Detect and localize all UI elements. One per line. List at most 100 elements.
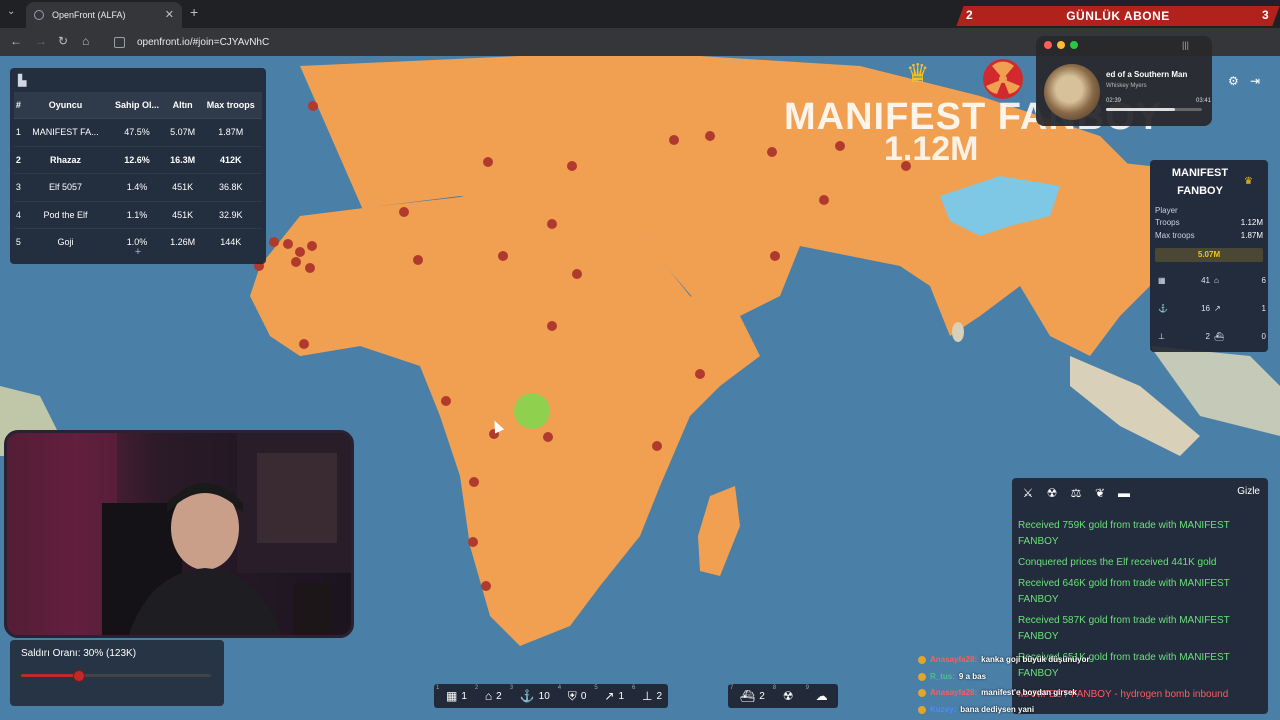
leaderboard-cell-rank: 2 bbox=[14, 145, 23, 174]
city-marker bbox=[498, 251, 508, 261]
stream-chat-overlay: Anasayfa28: kanka goji büyük düşünüyor R_t… bbox=[918, 652, 1258, 718]
player-stat-value: 2 bbox=[1205, 332, 1210, 341]
factory-icon: ⌂ bbox=[484, 689, 493, 703]
sword-filter-icon[interactable]: ⚔ bbox=[1020, 486, 1036, 500]
music-player-widget: ||| ed of a Southern Man Whiskey Myers 0… bbox=[1036, 36, 1212, 126]
leaderboard-table: # Oyuncu Sahip Ol... Altın Max troops 1M… bbox=[14, 92, 262, 256]
chat-filter-icon[interactable]: ▬ bbox=[1116, 486, 1132, 500]
leaderboard-cell-gold: 16.3M bbox=[165, 145, 200, 174]
build-count: 2 bbox=[759, 690, 765, 702]
city-marker bbox=[413, 255, 423, 265]
leaderboard-row[interactable]: 3 Elf 5057 1.4% 451K 36.8K bbox=[14, 173, 262, 201]
col-gold[interactable]: Altın bbox=[165, 92, 200, 119]
tab-title: OpenFront (ALFA) bbox=[52, 10, 126, 20]
subscribe-banner-label: GÜNLÜK ABONE bbox=[1066, 9, 1170, 23]
build-slot[interactable]: 3 ⚓ 10 bbox=[508, 684, 556, 708]
leaderboard-expand-button[interactable]: + bbox=[10, 246, 266, 258]
max-troops-row: Max troops 1.87M bbox=[1155, 231, 1263, 240]
city-marker bbox=[652, 441, 662, 451]
forward-icon[interactable]: → bbox=[35, 34, 47, 48]
bar-chart-icon[interactable]: ▙ bbox=[18, 74, 26, 87]
col-rank[interactable]: # bbox=[14, 92, 23, 119]
build-slot[interactable]: 6 ⊥ 2 bbox=[630, 684, 668, 708]
leaderboard-cell-gold: 451K bbox=[165, 200, 200, 229]
home-icon[interactable]: ⌂ bbox=[82, 34, 89, 48]
city-marker bbox=[572, 269, 582, 279]
event-item[interactable]: Conquered prices the Elf received 441K g… bbox=[1018, 555, 1258, 571]
col-player[interactable]: Oyuncu bbox=[22, 92, 109, 119]
chat-message: Kuzey: bana dediysen yani bbox=[918, 702, 1258, 719]
missile-icon: ↗ bbox=[604, 689, 615, 703]
missile-icon: ↗ bbox=[1214, 304, 1221, 313]
attack-ratio-handle[interactable] bbox=[73, 670, 85, 682]
event-item[interactable]: Received 587K gold from trade with MANIF… bbox=[1018, 613, 1258, 645]
build-slot[interactable]: 1 ▦ 1 bbox=[434, 684, 473, 708]
leaderboard-row[interactable]: 4 Pod the Elf 1.1% 451K 32.9K bbox=[14, 200, 262, 229]
build-slot[interactable]: 9 ☁ bbox=[804, 684, 838, 708]
chat-text: 9 a bas bbox=[958, 671, 987, 681]
build-count: 1 bbox=[618, 690, 624, 702]
build-slot[interactable]: 7 ⛴ 2 bbox=[728, 684, 771, 708]
nuke-filter-icon[interactable]: ☢ bbox=[1044, 486, 1060, 500]
exit-icon[interactable]: ⇥ bbox=[1250, 74, 1260, 88]
back-icon[interactable]: ← bbox=[10, 34, 22, 48]
maximize-window-icon[interactable] bbox=[1070, 41, 1078, 49]
city-marker bbox=[705, 131, 715, 141]
trade-filter-icon[interactable]: ⚖ bbox=[1068, 486, 1084, 500]
nuke-warning-icon bbox=[983, 59, 1023, 99]
build-bar-weapons: 7 ⛴ 2 8 ☢ 9 ☁ bbox=[728, 684, 838, 708]
close-tab-icon[interactable]: ✕ bbox=[165, 8, 174, 21]
event-item[interactable]: Received 759K gold from trade with MANIF… bbox=[1018, 518, 1258, 550]
build-slot[interactable]: 8 ☢ bbox=[771, 684, 804, 708]
attack-ratio-slider[interactable] bbox=[21, 670, 211, 682]
col-max-troops[interactable]: Max troops bbox=[199, 92, 262, 119]
leaderboard-cell-name: Rhazaz bbox=[22, 145, 109, 174]
hide-events-button[interactable]: Gizle bbox=[1237, 486, 1260, 497]
tab-search-icon[interactable]: ⌄ bbox=[7, 6, 15, 17]
globe-icon bbox=[34, 10, 44, 20]
factory-icon: ⌂ bbox=[1214, 276, 1219, 285]
event-item[interactable]: Received 646K gold from trade with MANIF… bbox=[1018, 576, 1258, 608]
player-stat: ↗ 1 bbox=[1214, 304, 1266, 313]
city-marker bbox=[481, 581, 491, 591]
build-slot[interactable]: 5 ↗ 1 bbox=[592, 684, 630, 708]
equalizer-icon: ||| bbox=[1182, 40, 1190, 50]
chat-text: kanka goji büyük düşünüyor bbox=[981, 655, 1090, 664]
chat-username: Anasayfa28: bbox=[930, 655, 978, 664]
enemy-territory bbox=[514, 393, 550, 429]
leaderboard-cell-owned: 12.6% bbox=[108, 145, 166, 174]
leaderboard-row[interactable]: 2 Rhazaz 12.6% 16.3M 412K bbox=[14, 145, 262, 174]
chat-badge-icon bbox=[918, 672, 926, 681]
song-duration: 03:41 bbox=[1196, 98, 1212, 104]
song-title: ed of a Southern Man bbox=[1106, 70, 1188, 79]
subscribe-left-count: 2 bbox=[966, 8, 973, 22]
city-marker bbox=[295, 247, 305, 257]
alliance-filter-icon[interactable]: ❦ bbox=[1092, 486, 1108, 500]
city-marker bbox=[483, 157, 493, 167]
chat-username: Kuzey: bbox=[930, 704, 957, 714]
close-window-icon[interactable] bbox=[1044, 41, 1052, 49]
settings-icon[interactable]: ⚙ bbox=[1228, 74, 1239, 88]
attack-ratio-panel: Saldırı Oranı: 30% (123K) bbox=[10, 640, 224, 706]
chat-badge-icon bbox=[918, 656, 926, 665]
build-slot[interactable]: 2 ⌂ 2 bbox=[473, 684, 508, 708]
port-icon: ⚓ bbox=[1158, 304, 1168, 313]
song-progress-bar[interactable] bbox=[1106, 108, 1202, 111]
port-icon: ⚓ bbox=[519, 689, 535, 703]
build-count: 10 bbox=[538, 690, 550, 702]
leaderboard-row[interactable]: 1 MANIFEST FA... 47.5% 5.07M 1.87M bbox=[14, 118, 262, 146]
sam-icon: ⊥ bbox=[642, 689, 653, 703]
leaderboard-cell-name: Pod the Elf bbox=[22, 200, 109, 229]
site-info-icon[interactable] bbox=[114, 36, 125, 48]
events-filter-bar: ⚔ ☢ ⚖ ❦ ▬ bbox=[1020, 486, 1132, 500]
build-slot[interactable]: 4 ⛨ 0 bbox=[556, 684, 593, 708]
browser-tab[interactable]: OpenFront (ALFA) ✕ bbox=[26, 2, 182, 28]
city-marker bbox=[269, 237, 279, 247]
minimize-window-icon[interactable] bbox=[1057, 41, 1065, 49]
hotkey-label: 3 bbox=[509, 685, 514, 691]
leaderboard-cell-max-troops: 1.87M bbox=[199, 118, 262, 146]
chat-username: Anasayfa28: bbox=[930, 688, 978, 697]
new-tab-icon[interactable]: + bbox=[190, 4, 198, 20]
reload-icon[interactable]: ↻ bbox=[58, 34, 68, 48]
col-owned[interactable]: Sahip Ol... bbox=[108, 92, 166, 119]
